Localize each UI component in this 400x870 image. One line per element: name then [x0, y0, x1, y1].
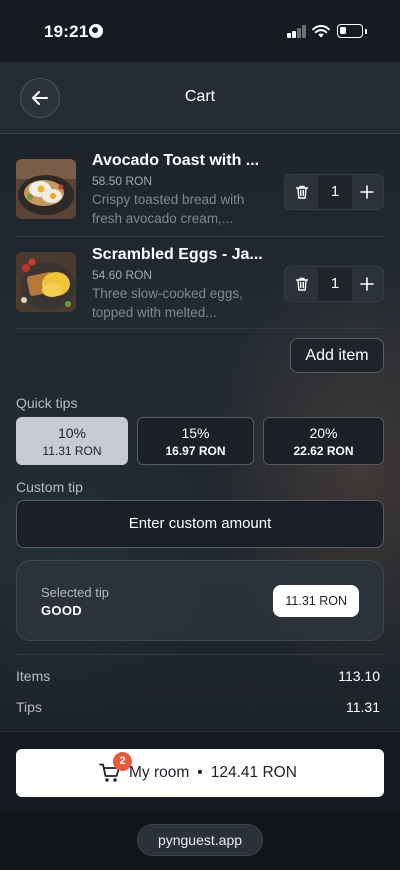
tip-percent: 15% [181, 425, 210, 441]
custom-tip-label: Custom tip [16, 479, 83, 495]
checkout-total: 124.41 RON [210, 764, 297, 781]
divider [16, 236, 384, 237]
tip-percent: 20% [309, 425, 338, 441]
quantity-value: 1 [318, 267, 352, 301]
item-description: Crispy toasted bread with fresh avocado … [92, 192, 245, 226]
increase-quantity-button[interactable] [350, 267, 383, 301]
summary-tips-row: Tips 11.31 [16, 699, 384, 717]
selected-tip-amount: 11.31 RON [273, 585, 359, 617]
trash-icon [295, 185, 308, 199]
item-price: 58.50 RON [92, 174, 153, 188]
checkout-label: My room • 124.41 RON [129, 764, 297, 782]
separator: • [197, 764, 203, 781]
checkout-button[interactable]: 2 My room • 124.41 RON [16, 749, 384, 797]
tip-amount: 16.97 RON [165, 444, 226, 458]
status-time: 19:21 [44, 22, 89, 41]
quantity-stepper: 1 [284, 266, 384, 302]
tip-option-15[interactable]: 15% 16.97 RON [137, 417, 254, 465]
status-bar: 19:21 [0, 0, 400, 62]
add-item-button[interactable]: Add item [290, 338, 384, 373]
signal-icon [287, 25, 307, 38]
tip-option-10[interactable]: 10% 11.31 RON [16, 417, 128, 465]
quantity-stepper: 1 [284, 174, 384, 210]
summary-items-row: Items 113.10 [16, 668, 384, 686]
selected-tip-label: Selected tip [41, 585, 109, 600]
tip-percent: 10% [57, 425, 87, 441]
battery-icon [337, 24, 367, 38]
item-name[interactable]: Avocado Toast with ... [92, 152, 259, 170]
globe-icon [89, 24, 103, 38]
remove-item-button[interactable] [285, 267, 318, 301]
page-title: Cart [184, 88, 216, 105]
custom-tip-button[interactable]: Enter custom amount [16, 500, 384, 548]
tip-amount: 11.31 RON [42, 444, 102, 458]
plus-icon [359, 185, 374, 199]
items-label: Items [16, 668, 51, 684]
scrambled-eggs-image [16, 252, 76, 312]
divider [16, 328, 384, 329]
cart-item: Avocado Toast with ... 58.50 RON Crispy … [16, 152, 384, 227]
tips-label: Tips [16, 699, 42, 715]
header: Cart [0, 62, 400, 134]
checkout-footer: 2 My room • 124.41 RON [0, 731, 400, 813]
quantity-value: 1 [318, 175, 352, 209]
avocado-toast-image [16, 159, 76, 219]
wifi-icon [312, 25, 330, 38]
selected-tip-value: GOOD [41, 603, 82, 618]
cart-item: Scrambled Eggs - Ja... 54.60 RON Three s… [16, 246, 384, 321]
tips-total: 11.31 [346, 699, 380, 715]
selected-tip-card: Selected tip GOOD 11.31 RON [16, 560, 384, 641]
quick-tips-label: Quick tips [16, 395, 78, 411]
plus-icon [359, 277, 374, 291]
divider [16, 654, 384, 655]
tip-amount: 22.62 RON [293, 444, 354, 458]
url-pill[interactable]: pynguest.app [137, 824, 263, 856]
tip-option-20[interactable]: 20% 22.62 RON [263, 417, 384, 465]
item-name[interactable]: Scrambled Eggs - Ja... [92, 246, 263, 264]
increase-quantity-button[interactable] [350, 175, 383, 209]
browser-bottom-bar: pynguest.app [0, 813, 400, 870]
item-price: 54.60 RON [92, 268, 153, 282]
items-total: 113.10 [338, 668, 380, 684]
remove-item-button[interactable] [285, 175, 318, 209]
trash-icon [295, 277, 308, 291]
room-label: My room [129, 764, 190, 781]
item-description: Three slow-cooked eggs, topped with melt… [92, 286, 243, 320]
